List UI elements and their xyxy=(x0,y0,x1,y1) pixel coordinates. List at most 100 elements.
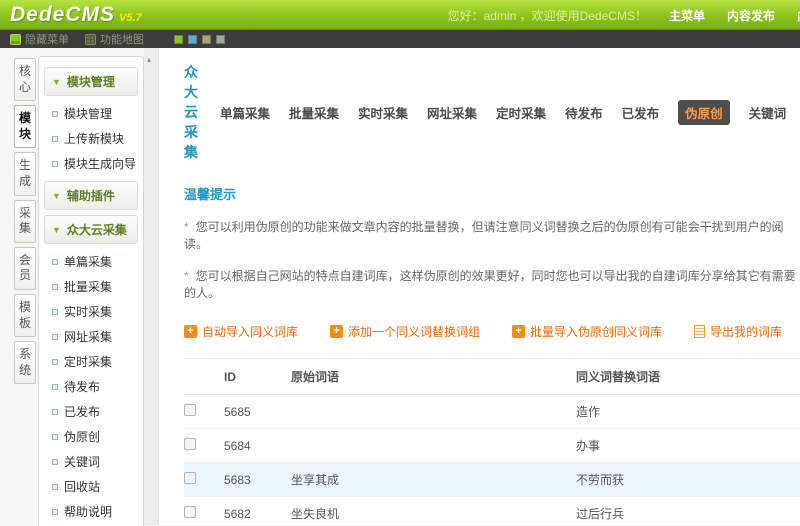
tip-line-1: *您可以根据自己网站的特点自建词库，这样伪原创的效果更好，同时您也可以导出我的自… xyxy=(184,267,800,301)
menu-item-网址采集[interactable]: 网址采集 xyxy=(43,324,139,349)
module-tab-待发布[interactable]: 待发布 xyxy=(565,103,603,122)
skin-square-1[interactable] xyxy=(188,35,197,44)
column-header-同义词替换词语: 同义词替换词语 xyxy=(576,359,800,395)
menu-section-辅助插件[interactable]: ▼ 辅助插件 xyxy=(44,181,138,210)
bullet-icon xyxy=(52,309,58,315)
bullet-icon xyxy=(52,136,58,142)
plus-icon: + xyxy=(184,325,197,338)
skin-square-3[interactable] xyxy=(216,35,225,44)
module-tabs: 单篇采集批量采集实时采集网址采集定时采集待发布已发布伪原创关键词回收站帮助说明 xyxy=(220,100,800,125)
module-tab-实时采集[interactable]: 实时采集 xyxy=(358,103,408,122)
header-nav-item-1[interactable]: 内容发布 xyxy=(727,7,775,24)
action-link-1[interactable]: +添加一个同义词替换词组 xyxy=(330,323,480,340)
tip-text: 您可以利用伪原创的功能来做文章内容的批量替换，但请注意同义词替换之后的伪原创有可… xyxy=(184,220,784,251)
action-label: 导出我的词库 xyxy=(710,323,782,340)
checkbox-cell xyxy=(184,429,224,463)
bullet-icon xyxy=(52,111,58,117)
module-tab-伪原创[interactable]: 伪原创 xyxy=(678,100,730,125)
module-tab-定时采集[interactable]: 定时采集 xyxy=(496,103,546,122)
menu-item-label: 已发布 xyxy=(64,403,100,420)
menu-item-label: 关键词 xyxy=(64,453,100,470)
action-link-2[interactable]: +批量导入伪原创同义词库 xyxy=(512,323,662,340)
bullet-icon xyxy=(52,434,58,440)
action-label: 自动导入同义词库 xyxy=(202,323,298,340)
menu-item-模块管理[interactable]: 模块管理 xyxy=(43,101,139,126)
skin-square-2[interactable] xyxy=(202,35,211,44)
module-tab-批量采集[interactable]: 批量采集 xyxy=(289,103,339,122)
top-header-bar: DedeCMS V5.7 您好：admin ，欢迎使用DedeCMS！ 主菜单内… xyxy=(0,0,800,30)
menu-item-单篇采集[interactable]: 单篇采集 xyxy=(43,249,139,274)
menu-item-label: 帮助说明 xyxy=(64,503,112,520)
bullet-icon xyxy=(52,409,58,415)
bullet-star: * xyxy=(184,220,189,234)
tip-line-0: *您可以利用伪原创的功能来做文章内容的批量替换，但请注意同义词替换之后的伪原创有… xyxy=(184,218,800,252)
column-header-原始词语: 原始词语 xyxy=(291,359,576,395)
cell-replacement-word: 造作 xyxy=(576,395,800,429)
chevron-down-icon: ▼ xyxy=(52,191,61,201)
action-link-3[interactable]: 导出我的词库 xyxy=(694,323,782,340)
module-tab-网址采集[interactable]: 网址采集 xyxy=(427,103,477,122)
sidebar-divider-strip: ▴ xyxy=(144,48,159,525)
menu-item-批量采集[interactable]: 批量采集 xyxy=(43,274,139,299)
cell-original-word: 坐享其成 xyxy=(291,463,576,497)
menu-section-title: 模块管理 xyxy=(67,73,115,90)
table-row: 5682坐失良机过后行兵 xyxy=(184,497,800,526)
row-checkbox[interactable] xyxy=(184,438,196,450)
sidebar-tab-生成[interactable]: 生 成 xyxy=(14,152,36,195)
export-icon xyxy=(694,325,705,338)
action-link-0[interactable]: + 自动导入同义词库 xyxy=(184,323,298,340)
menu-item-伪原创[interactable]: 伪原创 xyxy=(43,424,139,449)
sidebar-tab-系统[interactable]: 系 统 xyxy=(14,341,36,384)
sidebar-tab-核心[interactable]: 核 心 xyxy=(14,58,36,101)
menu-item-label: 单篇采集 xyxy=(64,253,112,270)
dedecms-logo: DedeCMS V5.7 xyxy=(10,3,142,27)
hide-menu-button[interactable]: 隐藏菜单 xyxy=(10,31,69,47)
cell-original-word: 坐失良机 xyxy=(291,497,576,526)
menu-item-label: 待发布 xyxy=(64,378,100,395)
bullet-star: * xyxy=(184,269,189,283)
module-tab-已发布[interactable]: 已发布 xyxy=(622,103,660,122)
menu-item-定时采集[interactable]: 定时采集 xyxy=(43,349,139,374)
tips-panel: 温馨提示 *您可以利用伪原创的功能来做文章内容的批量替换，但请注意同义词替换之后… xyxy=(184,184,800,307)
sidebar-tab-会员[interactable]: 会 员 xyxy=(14,247,36,290)
plus-icon: + xyxy=(512,325,525,338)
menu-section-模块管理[interactable]: ▼ 模块管理 xyxy=(44,67,138,96)
sidebar-menu-panel: ▼模块管理模块管理上传新模块模块生成向导▼辅助插件▼众大云采集单篇采集批量采集实… xyxy=(38,56,144,526)
menu-section-title: 辅助插件 xyxy=(67,187,115,204)
header-nav-item-0[interactable]: 主菜单 xyxy=(669,7,705,24)
row-checkbox[interactable] xyxy=(184,404,196,416)
menu-item-实时采集[interactable]: 实时采集 xyxy=(43,299,139,324)
sidebar-tab-模板[interactable]: 模 板 xyxy=(14,294,36,337)
synonym-table: ID原始词语同义词替换词语 5685造作5684办事5683坐享其成不劳而获56… xyxy=(184,358,800,525)
menu-item-已发布[interactable]: 已发布 xyxy=(43,399,139,424)
bullet-icon xyxy=(52,284,58,290)
skin-square-0[interactable] xyxy=(174,35,183,44)
row-checkbox[interactable] xyxy=(184,472,196,484)
menu-item-待发布[interactable]: 待发布 xyxy=(43,374,139,399)
cell-original-word xyxy=(291,395,576,429)
chevron-down-icon: ▼ xyxy=(52,77,61,87)
bullet-icon xyxy=(52,459,58,465)
menu-item-label: 模块管理 xyxy=(64,105,112,122)
module-tab-关键词[interactable]: 关键词 xyxy=(749,103,787,122)
menu-item-帮助说明[interactable]: 帮助说明 xyxy=(43,499,139,524)
menu-item-关键词[interactable]: 关键词 xyxy=(43,449,139,474)
menu-item-模块生成向导[interactable]: 模块生成向导 xyxy=(43,151,139,176)
module-tab-单篇采集[interactable]: 单篇采集 xyxy=(220,103,270,122)
bullet-icon xyxy=(52,509,58,515)
sidebar-tab-采集[interactable]: 采 集 xyxy=(14,200,36,243)
cell-id: 5682 xyxy=(224,497,291,526)
header-checkbox-column xyxy=(184,359,224,395)
bullet-icon xyxy=(52,259,58,265)
menu-item-回收站[interactable]: 回收站 xyxy=(43,474,139,499)
menu-section-众大云采集[interactable]: ▼众大云采集 xyxy=(44,215,138,244)
row-checkbox[interactable] xyxy=(184,506,196,518)
function-map-button[interactable]: 功能地图 xyxy=(85,31,144,47)
menu-item-label: 实时采集 xyxy=(64,303,112,320)
bullet-icon xyxy=(52,161,58,167)
checkbox-cell xyxy=(184,395,224,429)
collapse-sidebar-handle[interactable]: ▴ xyxy=(147,55,151,64)
sidebar-tab-模块[interactable]: 模 块 xyxy=(14,105,36,148)
menu-item-上传新模块[interactable]: 上传新模块 xyxy=(43,126,139,151)
cell-id: 5684 xyxy=(224,429,291,463)
